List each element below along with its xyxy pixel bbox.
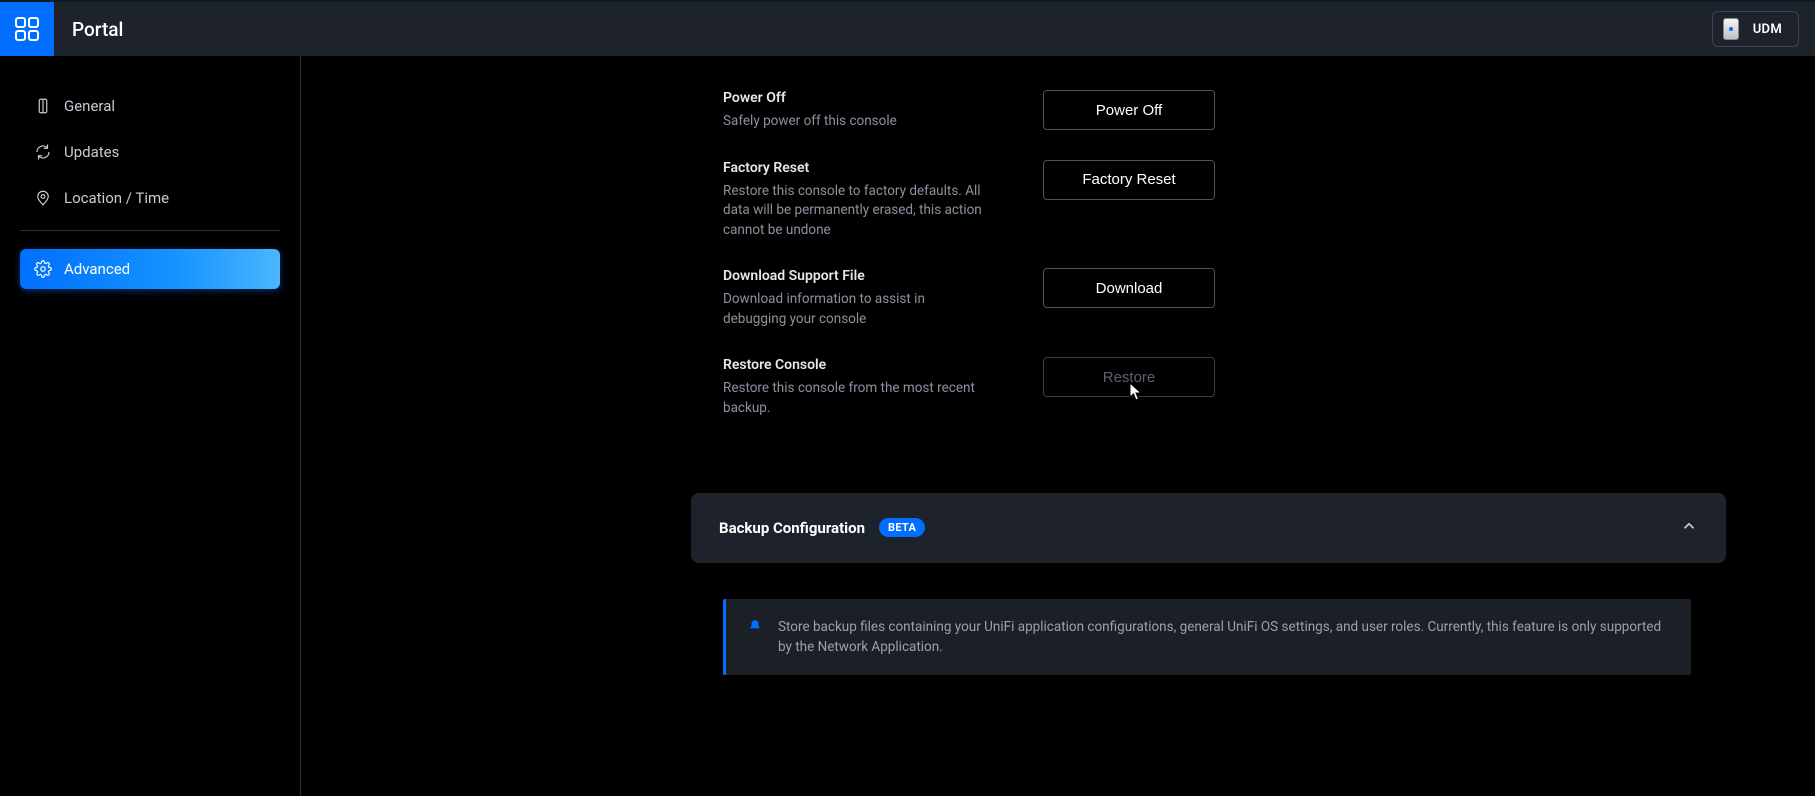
general-icon (34, 97, 52, 115)
main-content: Power Off Safely power off this console … (301, 56, 1815, 796)
setting-desc: Restore this console to factory defaults… (723, 182, 983, 241)
setting-title: Download Support File (723, 268, 983, 284)
sidebar: General Updates Location / Time Advanced (0, 56, 301, 796)
sidebar-item-general[interactable]: General (20, 86, 280, 126)
app-logo[interactable] (0, 2, 54, 56)
device-icon (1723, 18, 1739, 40)
page-title: Portal (72, 18, 123, 41)
device-selector[interactable]: UDM (1712, 11, 1799, 47)
setting-download-support: Download Support File Download informati… (723, 254, 1815, 343)
power-off-button[interactable]: Power Off (1043, 90, 1215, 130)
setting-factory-reset: Factory Reset Restore this console to fa… (723, 146, 1815, 255)
sidebar-item-label: Advanced (64, 260, 130, 278)
download-support-button[interactable]: Download (1043, 268, 1215, 308)
device-label: UDM (1753, 22, 1782, 37)
setting-desc: Safely power off this console (723, 112, 983, 132)
setting-title: Restore Console (723, 357, 983, 373)
factory-reset-button[interactable]: Factory Reset (1043, 160, 1215, 200)
setting-desc: Restore this console from the most recen… (723, 379, 983, 418)
topbar: Portal UDM (0, 0, 1815, 56)
updates-icon (34, 143, 52, 161)
beta-badge: BETA (879, 518, 925, 537)
backup-configuration-header[interactable]: Backup Configuration BETA (691, 493, 1726, 563)
setting-restore: Restore Console Restore this console fro… (723, 343, 1815, 432)
setting-power-off: Power Off Safely power off this console … (723, 76, 1815, 146)
setting-title: Power Off (723, 90, 983, 106)
bell-icon (748, 619, 762, 633)
chevron-up-icon (1680, 517, 1698, 539)
section-title: Backup Configuration (719, 519, 865, 537)
sidebar-item-label: Updates (64, 143, 119, 161)
setting-title: Factory Reset (723, 160, 983, 176)
location-icon (34, 189, 52, 207)
backup-info-box: Store backup files containing your UniFi… (723, 599, 1691, 676)
dashboard-icon (14, 16, 40, 42)
sidebar-item-label: General (64, 97, 115, 115)
backup-info-text: Store backup files containing your UniFi… (778, 617, 1669, 658)
sidebar-item-updates[interactable]: Updates (20, 132, 280, 172)
sidebar-item-advanced[interactable]: Advanced (20, 249, 280, 289)
sidebar-item-label: Location / Time (64, 189, 169, 207)
sidebar-divider (20, 230, 280, 231)
gear-icon (34, 260, 52, 278)
restore-button[interactable]: Restore (1043, 357, 1215, 397)
setting-desc: Download information to assist in debugg… (723, 290, 983, 329)
sidebar-item-location-time[interactable]: Location / Time (20, 178, 280, 218)
